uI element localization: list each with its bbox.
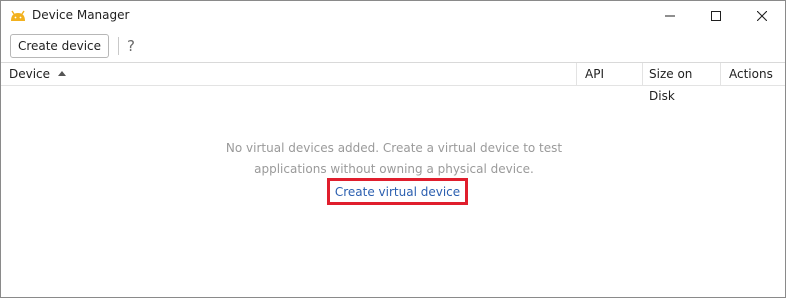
minimize-button[interactable] [647, 1, 693, 31]
device-manager-window: Device Manager Create device ? Device AP… [0, 0, 786, 298]
create-device-button[interactable]: Create device [10, 34, 109, 58]
empty-state-line-1: No virtual devices added. Create a virtu… [225, 141, 563, 155]
window-title: Device Manager [32, 8, 130, 22]
minimize-icon [665, 15, 675, 17]
column-header-size-on-disk[interactable]: Size on Disk [643, 63, 721, 103]
column-header-device[interactable]: Device [1, 63, 577, 85]
column-label-device: Device [9, 67, 51, 81]
empty-state-line-2: applications without owning a physical d… [254, 162, 534, 176]
column-header-actions[interactable]: Actions [721, 63, 785, 85]
close-button[interactable] [739, 1, 785, 31]
title-bar: Device Manager [1, 1, 785, 31]
maximize-button[interactable] [693, 1, 739, 31]
sort-ascending-icon [58, 71, 67, 76]
help-icon[interactable]: ? [124, 36, 138, 56]
toolbar-divider [118, 37, 119, 55]
create-virtual-device-link[interactable]: Create virtual device [327, 178, 468, 205]
empty-state-message: No virtual devices added. Create a virtu… [1, 138, 786, 180]
maximize-icon [711, 11, 721, 21]
close-icon [757, 11, 767, 21]
android-icon [11, 10, 25, 21]
device-table-header: Device API Size on Disk Actions [1, 62, 785, 103]
toolbar: Create device ? [1, 31, 785, 61]
column-header-api[interactable]: API [577, 63, 643, 85]
